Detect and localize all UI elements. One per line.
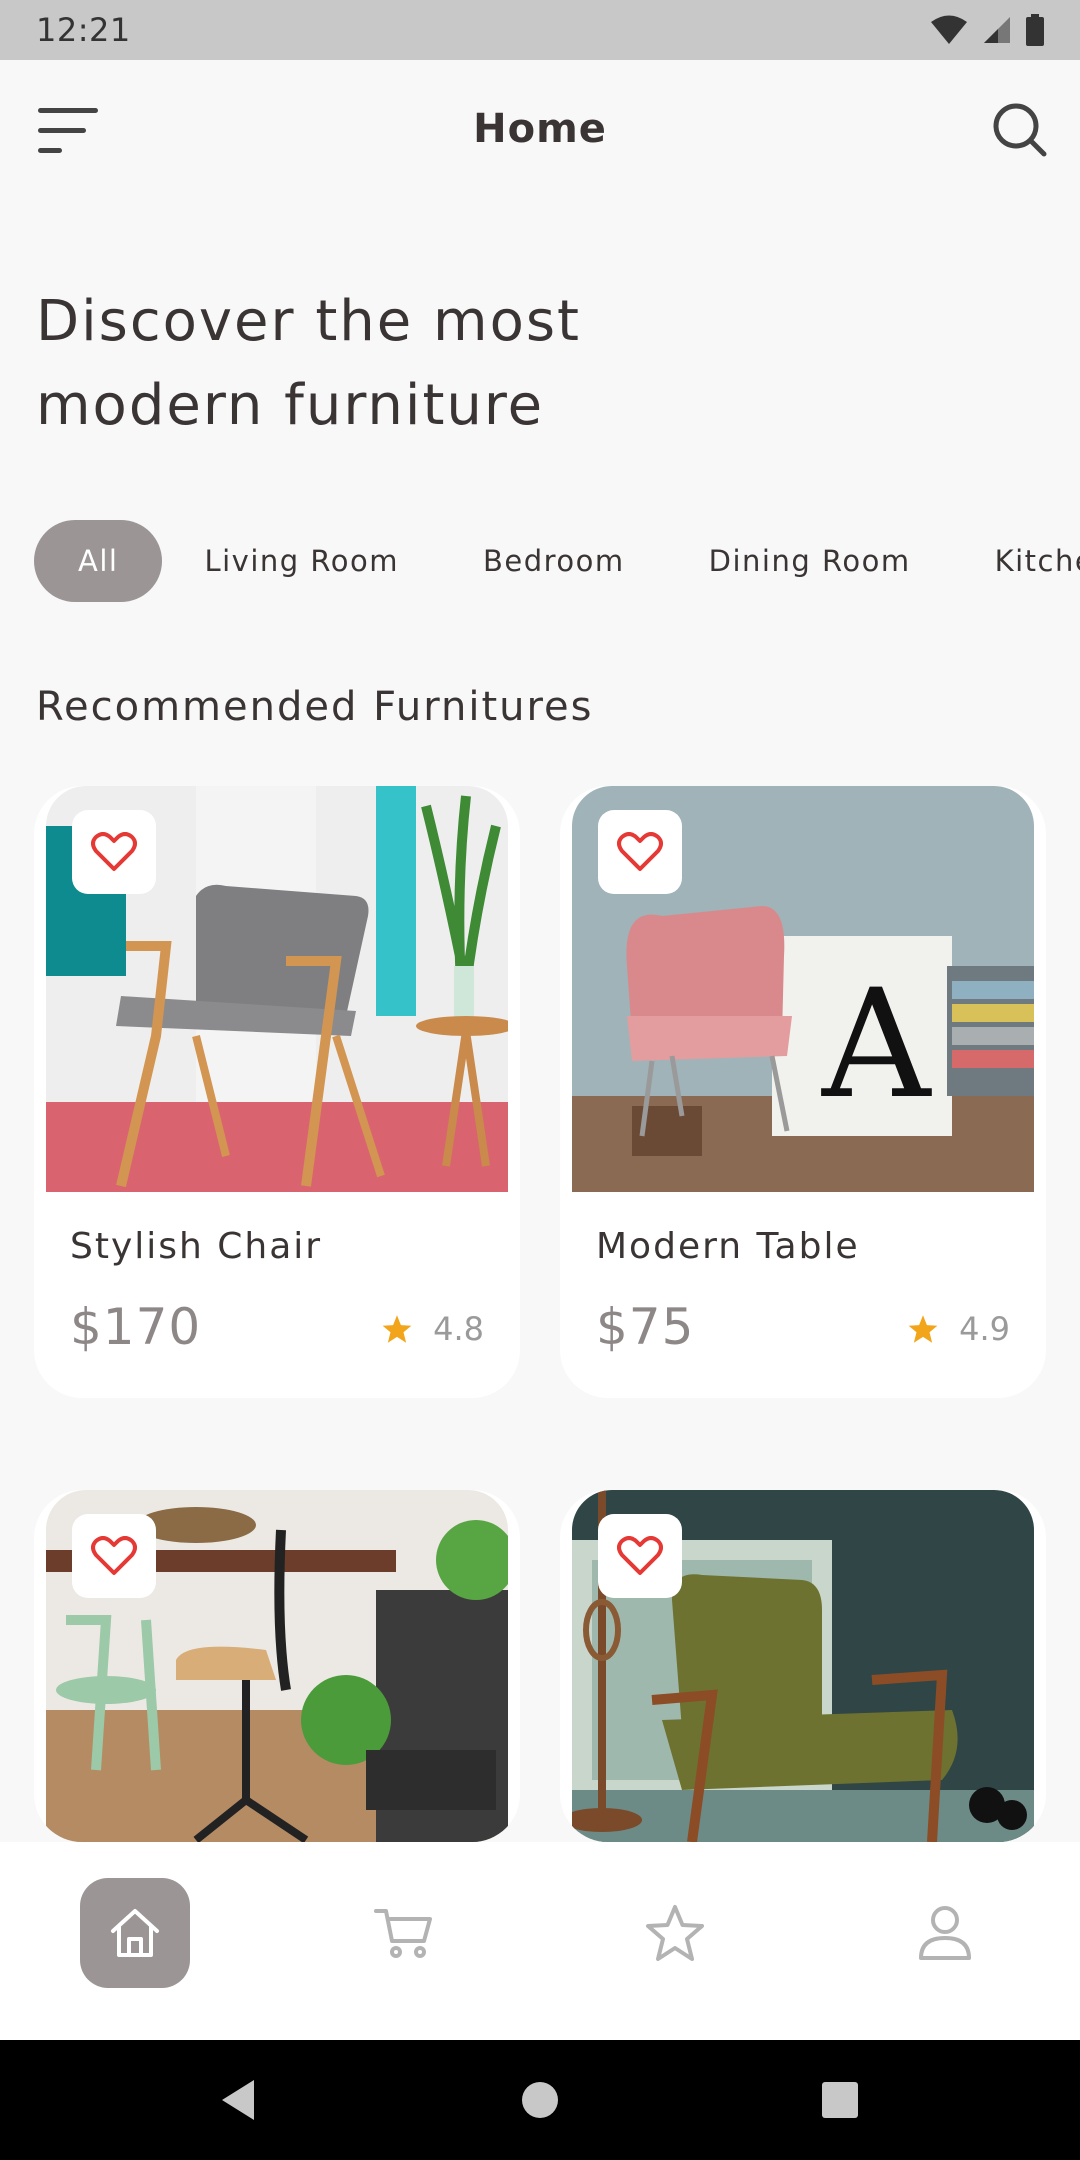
hero-heading: Discover the most modern furniture — [36, 280, 736, 448]
battery-icon — [1026, 14, 1044, 46]
status-bar: 12:21 — [0, 0, 1080, 60]
category-chip-dining-room[interactable]: Dining Room — [667, 520, 953, 602]
product-price: $75 — [596, 1298, 695, 1356]
svg-text:A: A — [821, 958, 932, 1132]
cell-signal-icon — [984, 17, 1010, 43]
section-title: Recommended Furnitures — [36, 684, 594, 730]
rating-value: 4.8 — [433, 1310, 484, 1348]
page-title: Home — [473, 106, 607, 152]
product-card[interactable]: A Modern Table $75 4.9 — [560, 786, 1046, 1398]
heart-icon — [91, 1536, 137, 1575]
back-icon — [222, 2080, 254, 2120]
recents-icon — [822, 2082, 858, 2118]
star-icon — [908, 1315, 938, 1343]
home-system-button[interactable] — [510, 2070, 570, 2130]
cart-icon — [374, 1909, 432, 1958]
status-time: 12:21 — [36, 11, 131, 49]
star-outline-icon — [646, 1905, 704, 1961]
product-name: Stylish Chair — [70, 1226, 323, 1267]
product-name: Modern Table — [596, 1226, 860, 1267]
favorite-button[interactable] — [72, 1514, 156, 1598]
favorite-button[interactable] — [598, 810, 682, 894]
heart-icon — [617, 1536, 663, 1575]
hero-line-2: modern furniture — [36, 373, 545, 438]
category-chip-all[interactable]: All — [34, 520, 163, 602]
category-chip-kitchen[interactable]: Kitchen — [953, 520, 1080, 602]
product-card[interactable]: Stylish Chair $170 4.8 — [34, 786, 520, 1398]
star-icon — [382, 1315, 412, 1343]
wifi-icon — [931, 15, 967, 44]
home-icon — [111, 1909, 159, 1957]
back-button[interactable] — [208, 2070, 268, 2130]
profile-icon — [919, 1906, 971, 1960]
hero-line-1: Discover the most — [36, 289, 581, 354]
nav-home[interactable] — [80, 1878, 190, 1988]
product-rating: 4.9 — [907, 1310, 1010, 1348]
category-chip-bedroom[interactable]: Bedroom — [441, 520, 667, 602]
product-card[interactable] — [560, 1490, 1046, 1842]
nav-cart[interactable] — [350, 1878, 460, 1988]
product-price: $170 — [70, 1298, 202, 1356]
system-nav-bar — [0, 2040, 1080, 2160]
category-chip-living-room[interactable]: Living Room — [162, 520, 441, 602]
favorite-button[interactable] — [598, 1514, 682, 1598]
product-card[interactable] — [34, 1490, 520, 1842]
category-chips: All Living Room Bedroom Dining Room Kitc… — [34, 520, 1080, 602]
circle-home-icon — [522, 2082, 558, 2118]
favorite-button[interactable] — [72, 810, 156, 894]
status-icons — [930, 14, 1044, 46]
search-button[interactable] — [990, 100, 1050, 160]
heart-icon — [617, 832, 663, 871]
nav-profile[interactable] — [890, 1878, 1000, 1988]
nav-favorites[interactable] — [620, 1878, 730, 1988]
app-bar: Home — [0, 60, 1080, 200]
search-icon — [993, 103, 1047, 157]
bottom-nav — [0, 1842, 1080, 2040]
heart-icon — [91, 832, 137, 871]
recents-button[interactable] — [810, 2070, 870, 2130]
product-rating: 4.8 — [381, 1310, 484, 1348]
rating-value: 4.9 — [959, 1310, 1010, 1348]
